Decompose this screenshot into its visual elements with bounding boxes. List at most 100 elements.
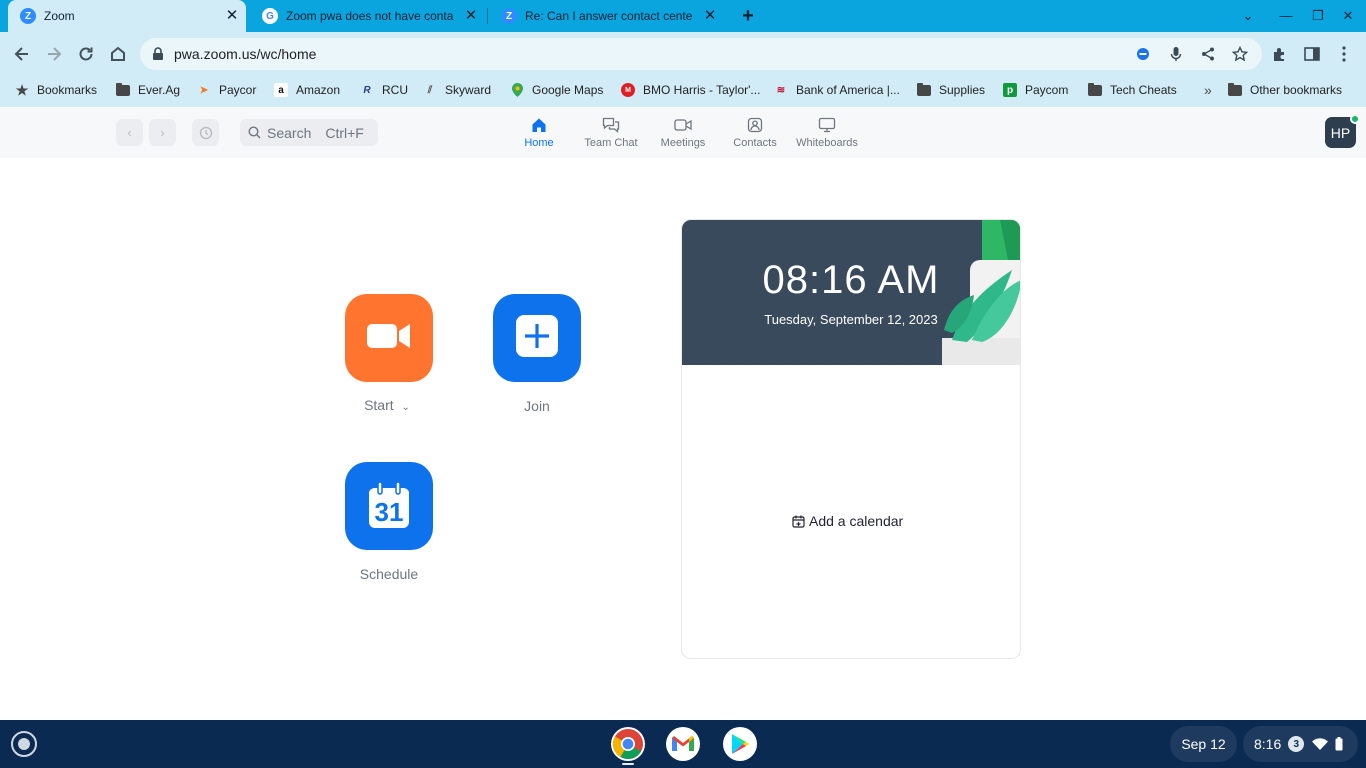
tab-contacts[interactable]: Contacts	[719, 115, 791, 149]
boa-icon: ≋	[776, 84, 786, 96]
reload-icon[interactable]	[72, 40, 100, 68]
bookmark-bank-of-america[interactable]: ≋ Bank of America |...	[774, 81, 900, 99]
google-icon: G	[262, 8, 278, 24]
gmail-icon[interactable]	[666, 727, 700, 761]
notification-badge: 3	[1288, 736, 1305, 752]
bookmark-skyward[interactable]: ⫽ Skyward	[423, 81, 491, 99]
calendar-add-icon	[792, 515, 805, 528]
tab-zoom[interactable]: Z Zoom ✕	[8, 0, 246, 32]
close-icon[interactable]: ✕	[700, 6, 720, 26]
tab-google-search[interactable]: G Zoom pwa does not have conta ✕	[250, 0, 486, 32]
close-icon[interactable]: ✕	[461, 6, 481, 26]
play-store-icon[interactable]	[723, 727, 757, 761]
search-input[interactable]: Search Ctrl+F	[240, 119, 378, 146]
add-calendar-button[interactable]: Add a calendar	[792, 513, 903, 529]
menu-kebab-icon[interactable]	[1334, 44, 1354, 64]
restore-icon[interactable]: ❐	[1308, 6, 1328, 26]
tab-meetings[interactable]: Meetings	[647, 115, 719, 149]
schedule-button[interactable]: 31	[345, 462, 433, 550]
battery-icon	[1335, 737, 1343, 751]
folder-icon	[917, 82, 931, 97]
start-label-group[interactable]: Start ⌄	[327, 397, 447, 413]
status-tray[interactable]: 8:16 3	[1243, 726, 1358, 762]
clock-time: 08:16 AM	[762, 258, 940, 302]
tab-team-chat[interactable]: Team Chat	[575, 115, 647, 149]
bookmark-rcu[interactable]: R RCU	[360, 81, 408, 99]
whiteboard-icon	[791, 115, 863, 135]
close-icon[interactable]: ✕	[222, 6, 242, 26]
clock-date: Tuesday, September 12, 2023	[764, 312, 938, 327]
forward-icon[interactable]	[40, 40, 68, 68]
more-bookmarks-button[interactable]: »	[1204, 81, 1212, 99]
blocked-icon[interactable]	[1133, 44, 1153, 64]
tab-strip: Z Zoom ✕ G Zoom pwa does not have conta …	[0, 0, 1366, 32]
folder-icon	[1228, 82, 1242, 97]
tab-search-icon[interactable]: ⌄	[1238, 6, 1258, 26]
bookmark-other[interactable]: Other bookmarks	[1228, 81, 1342, 99]
tab-title: Re: Can I answer contact center	[525, 9, 693, 23]
bookmark-bmo-harris[interactable]: M BMO Harris - Taylor'...	[621, 81, 760, 99]
video-camera-icon	[366, 321, 412, 356]
bookmark-tech-cheats[interactable]: Tech Cheats	[1088, 81, 1177, 99]
bookmark-ever-ag[interactable]: Ever.Ag	[116, 81, 180, 99]
url-text[interactable]: pwa.zoom.us/wc/home	[174, 46, 316, 62]
plus-icon	[515, 314, 559, 363]
zoom-icon: Z	[20, 8, 36, 24]
tab-separator	[487, 8, 488, 24]
back-arrow-icon[interactable]: ‹	[116, 119, 143, 146]
chrome-icon[interactable]	[611, 727, 645, 761]
microphone-icon[interactable]	[1166, 44, 1186, 64]
lock-icon[interactable]	[148, 44, 168, 64]
history-icon[interactable]	[192, 119, 219, 146]
amazon-icon: a	[274, 83, 288, 97]
date-tray[interactable]: Sep 12	[1170, 726, 1237, 762]
share-icon[interactable]	[1198, 44, 1218, 64]
add-calendar-label: Add a calendar	[809, 513, 904, 529]
maps-icon	[510, 83, 524, 97]
tab-home[interactable]: Home	[503, 115, 575, 149]
video-icon	[647, 115, 719, 135]
tab-zoom-community[interactable]: Z Re: Can I answer contact center ✕	[489, 0, 725, 32]
forward-arrow-icon[interactable]: ›	[149, 119, 176, 146]
join-button[interactable]	[493, 294, 581, 382]
calendar-day: 31	[374, 497, 404, 527]
contacts-icon	[719, 115, 791, 135]
close-window-icon[interactable]: ✕	[1338, 6, 1358, 26]
chat-icon	[575, 115, 647, 135]
new-tab-button[interactable]: +	[738, 6, 758, 26]
time-banner: 08:16 AM Tuesday, September 12, 2023	[682, 220, 1020, 365]
bookmark-amazon[interactable]: a Amazon	[274, 81, 340, 99]
tab-title: Zoom	[44, 9, 75, 23]
wifi-icon	[1312, 738, 1329, 750]
tray-time: 8:16	[1254, 736, 1282, 752]
home-icon	[503, 115, 575, 135]
presence-status-dot	[1350, 114, 1360, 124]
minimize-icon[interactable]: —	[1276, 6, 1296, 26]
folder-icon	[116, 82, 130, 97]
home-button-icon[interactable]	[104, 40, 132, 68]
bookmark-star-icon[interactable]	[1230, 44, 1250, 64]
star-icon: ★	[15, 81, 29, 98]
extensions-icon[interactable]	[1270, 44, 1290, 64]
schedule-label: Schedule	[359, 566, 419, 582]
start-button[interactable]	[345, 294, 433, 382]
zoom-top-nav: ‹ › Search Ctrl+F Home Team Chat Meeting…	[0, 107, 1366, 158]
search-icon	[248, 126, 261, 139]
chevron-down-icon[interactable]: ⌄	[402, 402, 410, 413]
tab-whiteboards[interactable]: Whiteboards	[791, 115, 863, 149]
bookmark-google-maps[interactable]: Google Maps	[510, 81, 603, 99]
bookmark-bookmarks[interactable]: ★ Bookmarks	[15, 81, 97, 99]
paycom-icon: p	[1003, 83, 1017, 97]
join-label: Join	[524, 398, 550, 414]
side-panel-icon[interactable]	[1302, 44, 1322, 64]
rcu-icon: R	[363, 84, 371, 96]
back-icon[interactable]	[8, 40, 36, 68]
search-shortcut: Ctrl+F	[325, 124, 364, 141]
launcher-icon[interactable]	[11, 731, 37, 757]
start-label: Start	[364, 397, 394, 413]
bookmark-paycor[interactable]: ➤ Paycor	[197, 81, 257, 99]
bookmark-paycom[interactable]: p Paycom	[1003, 81, 1068, 99]
skyward-icon: ⫽	[427, 84, 433, 96]
bookmark-supplies[interactable]: Supplies	[917, 81, 985, 99]
folder-icon	[1088, 82, 1102, 97]
